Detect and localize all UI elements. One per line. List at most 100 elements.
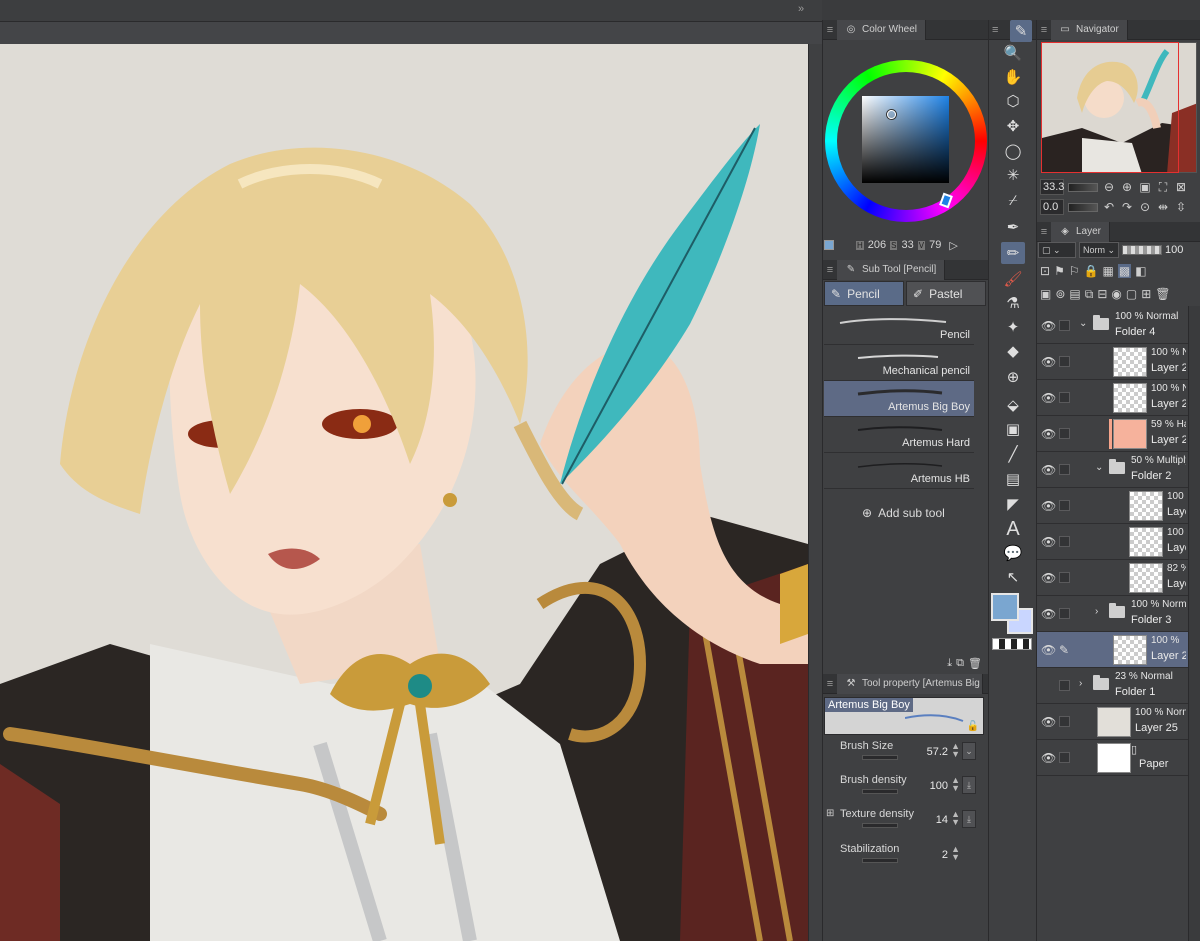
airbrush-icon[interactable]: ⚗ — [1001, 292, 1025, 314]
lock-icon[interactable]: 🔓 — [967, 721, 979, 732]
layer-row[interactable]: 👁 59 % Hard Layer 23 — [1037, 416, 1188, 452]
layer-thumbnail[interactable] — [1129, 527, 1163, 557]
stabilization-value[interactable]: 2 — [942, 849, 948, 861]
new-raster-layer-icon[interactable]: ▣ — [1040, 287, 1051, 301]
tab-color-wheel[interactable]: ◎ Color Wheel — [837, 19, 927, 40]
brush-item-pencil[interactable]: Pencil — [824, 309, 974, 345]
layer-list-scrollbar[interactable] — [1188, 306, 1200, 941]
tab-navigator[interactable]: ▭ Navigator — [1051, 19, 1128, 40]
texture-density-value[interactable]: 14 — [936, 814, 948, 826]
gradient-icon[interactable]: ▣ — [1001, 418, 1025, 440]
layer-lock-toggle[interactable] — [1059, 572, 1070, 583]
visibility-eye-icon[interactable]: 👁 — [1041, 608, 1056, 620]
pixel-view-icon[interactable]: ⊠ — [1174, 180, 1188, 194]
layer-lock-toggle[interactable] — [1059, 392, 1070, 403]
flip-vertical-icon[interactable]: ⇳ — [1174, 200, 1188, 214]
pen-icon[interactable]: ✒ — [1001, 216, 1025, 238]
layer-lock-toggle[interactable] — [1059, 356, 1070, 367]
transparent-color-swatch[interactable] — [992, 638, 1032, 650]
visibility-eye-icon[interactable]: 👁 — [1041, 428, 1056, 440]
visibility-eye-icon[interactable]: 👁 — [1041, 392, 1056, 404]
blend-icon[interactable]: ⊕ — [1001, 366, 1025, 388]
sv-picker-marker[interactable] — [887, 110, 896, 119]
layer-thumbnail[interactable] — [1113, 347, 1147, 377]
layer-folder-row[interactable]: › 23 % Normal Folder 1 — [1037, 668, 1188, 704]
layer-type-select[interactable]: ▢ ⌄ — [1038, 242, 1076, 258]
layer-row[interactable]: 👁 100 % Layer 7 — [1037, 488, 1188, 524]
ruler-icon[interactable]: ◤ — [1001, 493, 1025, 515]
draft-icon[interactable]: ⚐ — [1069, 264, 1080, 278]
layer-thumbnail[interactable] — [1113, 383, 1147, 413]
visibility-eye-icon[interactable]: 👁 — [1041, 572, 1056, 584]
layer-row[interactable]: 👁 ▯ Paper — [1037, 740, 1188, 776]
brush-item-mechanical-pencil[interactable]: Mechanical pencil — [824, 345, 974, 381]
clip-icon[interactable]: ⊡ — [1040, 264, 1050, 278]
opacity-value[interactable]: 100 — [1165, 244, 1183, 256]
new-folder-icon[interactable]: ▤ — [1069, 287, 1080, 301]
blend-mode-select[interactable]: Norm ⌄ — [1079, 242, 1119, 258]
visibility-eye-icon[interactable]: 👁 — [1041, 644, 1056, 656]
layer-lock-toggle[interactable] — [1059, 464, 1070, 475]
layer-lock-toggle[interactable] — [1059, 680, 1070, 691]
layer-lock-toggle[interactable] — [1059, 608, 1070, 619]
layer-thumbnail[interactable] — [1097, 743, 1131, 773]
mask-icon[interactable]: ▩ — [1117, 264, 1132, 278]
play-icon[interactable]: ▷ — [949, 239, 957, 252]
decoration-icon[interactable]: ✦ — [1001, 316, 1025, 338]
layer-row[interactable]: 👁 100 % Layer 8 — [1037, 524, 1188, 560]
stepper-icon[interactable]: ▲ ▼ — [951, 776, 960, 793]
duplicate-icon[interactable]: ⧉ — [956, 657, 964, 670]
tab-sub-tool[interactable]: ✎ Sub Tool [Pencil] — [837, 259, 946, 280]
brush-density-value[interactable]: 100 — [930, 780, 948, 792]
layer-thumbnail[interactable] — [1129, 491, 1163, 521]
panel-menu-icon[interactable]: ≡ — [1037, 20, 1051, 40]
layer-row[interactable]: 👁 100 % Norm Layer 22 — [1037, 380, 1188, 416]
download-icon[interactable]: ⤓ — [962, 810, 976, 828]
zoom-value[interactable]: 33.3 — [1040, 179, 1064, 195]
chevron-down-icon[interactable]: ⌄ — [1079, 318, 1087, 329]
brush-item-artemus-hb[interactable]: Artemus HB — [824, 453, 974, 489]
brush-tab-icon[interactable]: ✎ — [1010, 20, 1032, 42]
reference-icon[interactable]: ⚑ — [1054, 264, 1065, 278]
merge-icon[interactable]: ⊞ — [1141, 287, 1151, 301]
layer-lock-toggle[interactable] — [1059, 716, 1070, 727]
trash-icon[interactable]: 🗑 — [968, 657, 982, 670]
drawing-canvas[interactable] — [0, 44, 808, 941]
stepper-icon[interactable]: ▲ ▼ — [951, 742, 960, 759]
chevron-right-icon[interactable]: › — [1079, 678, 1082, 689]
layer-thumbnail[interactable] — [1097, 707, 1131, 737]
eyedropper-icon[interactable]: ⌿ — [1001, 189, 1025, 211]
layer-color-icon[interactable]: ◧ — [1135, 264, 1146, 278]
balloon-icon[interactable]: 💬 — [1001, 542, 1025, 564]
mask-add-icon[interactable]: ◉ — [1111, 287, 1121, 301]
reset-rotate-icon[interactable]: ⊙ — [1138, 200, 1152, 214]
stepper-icon[interactable]: ▲ ▼ — [951, 845, 960, 862]
fill-icon[interactable]: ⬙ — [1001, 394, 1025, 416]
group-pencil-button[interactable]: ✎ Pencil — [824, 281, 904, 306]
move-icon[interactable]: ✥ — [1001, 115, 1025, 137]
stepper-icon[interactable]: ▲ ▼ — [951, 810, 960, 827]
layer-folder-row[interactable]: 👁 ⌄ 100 % Normal Folder 4 — [1037, 308, 1188, 344]
zoom-slider[interactable] — [1068, 182, 1098, 192]
chevron-down-icon[interactable]: ⌄ — [1095, 462, 1103, 473]
merge-down-icon[interactable]: ⊟ — [1097, 287, 1107, 301]
rotate-right-icon[interactable]: ↷ — [1120, 200, 1134, 214]
tab-tool-property[interactable]: ⚒ Tool property [Artemus Big — [837, 673, 983, 694]
layer-lock-toggle[interactable] — [1059, 320, 1070, 331]
layer-thumbnail[interactable] — [1113, 419, 1147, 449]
expand-plus-icon[interactable]: ⊞ — [826, 808, 834, 819]
visibility-eye-icon[interactable]: 👁 — [1041, 716, 1056, 728]
frame-icon[interactable]: ▤ — [1001, 468, 1025, 490]
trash-icon[interactable]: 🗑 — [1155, 287, 1170, 301]
new-vector-layer-icon[interactable]: ⊚ — [1055, 287, 1065, 301]
layer-thumbnail[interactable] — [1129, 563, 1163, 593]
lock-icon[interactable]: 🔒 — [1084, 264, 1099, 278]
visibility-eye-icon[interactable]: 👁 — [1041, 536, 1056, 548]
canvas-vertical-scrollbar[interactable] — [808, 44, 822, 941]
copy-layer-icon[interactable]: ⧉ — [1085, 287, 1094, 302]
layer-lock-toggle[interactable] — [1059, 428, 1070, 439]
panel-menu-icon[interactable]: ≡ — [823, 674, 837, 694]
color-swatch-icon[interactable] — [824, 240, 834, 250]
magic-wand-icon[interactable]: ✳ — [1001, 164, 1025, 186]
layer-lock-toggle[interactable] — [1059, 752, 1070, 763]
